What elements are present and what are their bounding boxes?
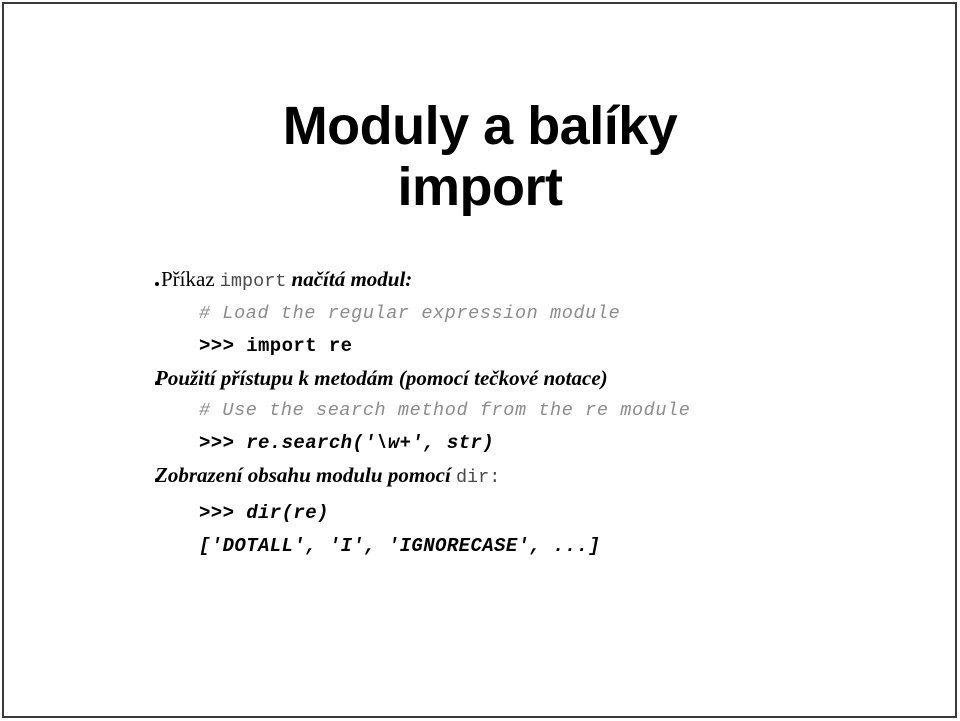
bullet-3-code: dir: bbox=[455, 467, 501, 488]
code-prompt-2: >>> re.search('\w+', str) bbox=[199, 432, 495, 454]
bullet-item-2: Použití přístupu k metodám (pomocí tečko… bbox=[155, 363, 915, 394]
code-comment-2: # Use the search method from the re modu… bbox=[199, 400, 691, 421]
code-comment-1: # Load the regular expression module bbox=[199, 303, 621, 324]
title-line-2: import bbox=[397, 157, 564, 217]
bullet-item-3: Zobrazení obsahu modulu pomocí dir: bbox=[155, 460, 915, 493]
slide-canvas: Moduly a balíky import Příkaz import nač… bbox=[0, 0, 960, 721]
bullet-1-tail: načítá modul: bbox=[291, 267, 413, 291]
code-output-3: ['DOTALL', 'I', 'IGNORECASE', ...] bbox=[199, 535, 601, 557]
bullet-1-code: import bbox=[219, 271, 287, 292]
bullet-3-lead: Zobrazení obsahu modulu pomocí bbox=[155, 463, 451, 487]
slide-body: Příkaz import načítá modul: # Load the r… bbox=[155, 264, 915, 563]
page-title: Moduly a balíky import bbox=[0, 96, 960, 218]
bullet-item-1: Příkaz import načítá modul: bbox=[155, 264, 915, 297]
code-prompt-1: >>> import re bbox=[199, 335, 353, 357]
bullet-1-lead: Příkaz bbox=[161, 267, 215, 291]
bullet-2-lead: Použití přístupu k metodám (pomocí tečko… bbox=[155, 366, 608, 390]
code-prompt-3: >>> dir(re) bbox=[199, 502, 329, 524]
title-line-1: Moduly a balíky bbox=[282, 96, 678, 156]
